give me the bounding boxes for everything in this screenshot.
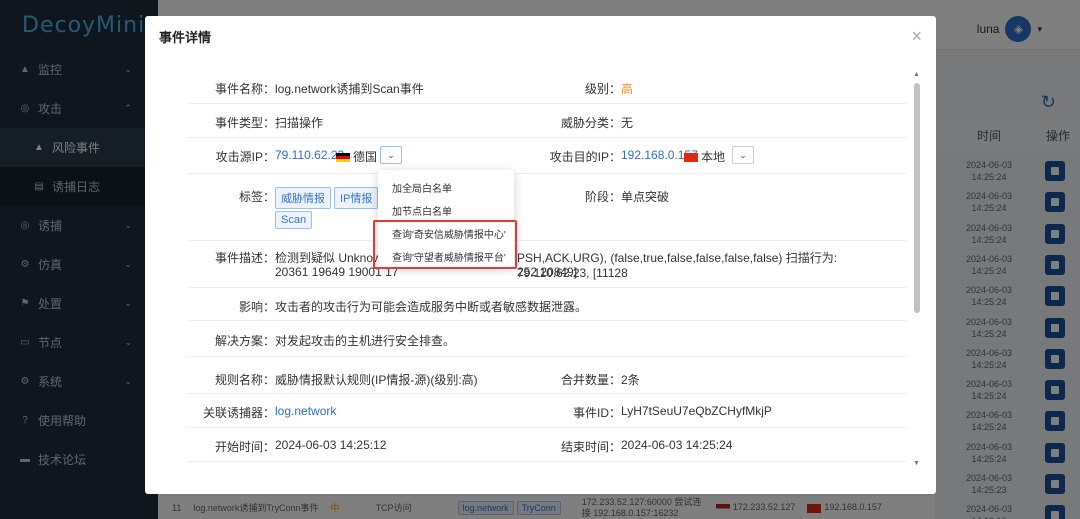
src-ip[interactable]: 79.110.62.23 [275,148,344,162]
rule-label: 规则名称： [214,373,275,387]
event-type: 扫描操作 [275,116,324,130]
detail-row: 影响： 攻击者的攻击行为可能会造成服务中断或者敏感数据泄露。 [187,288,907,321]
menu-item-node-whitelist[interactable]: 加节点白名单 [392,203,452,218]
tag: Scan [275,211,313,229]
desc-label: 事件描述： [214,251,275,265]
tags-row2: Scan [275,211,315,229]
start-label: 开始时间： [214,440,275,454]
impact-label: 影响： [238,300,275,314]
tags-label: 标签： [238,190,275,204]
event-name-label: 事件名称： [214,82,275,96]
dst-loc: 本地 [684,148,725,165]
src-ip-label: 攻击源IP： [215,150,275,164]
detail-row: 标签： 威胁情报 IP情报 Scan 阶段： 单点突破 [187,174,907,241]
dst-ip-dropdown[interactable]: ⌄ [732,146,754,164]
detail-row: 关联诱捕器： log.network 事件ID： LyH7tSeuU7eQbZC… [187,394,907,428]
start-value: 2024-06-03 14:25:12 [275,438,387,452]
detail-row: 规则名称： 威胁情报默认规则(IP情报-源)(级别:高) 合并数量： 2条 [187,357,907,394]
modal-body: 事件名称： log.network诱捕到Scan事件 级别： 高 事件类型： 扫… [187,71,907,475]
flag-icon [684,153,698,163]
threat-value: 无 [621,116,634,130]
solution-value: 对发起攻击的主机进行安全排查。 [275,334,456,348]
solution-label: 解决方案： [214,334,275,348]
modal-scrollbar[interactable]: ▲ ▼ [910,71,924,467]
detail-row: 事件类型： 扫描操作 威胁分类： 无 [187,104,907,138]
merge-value: 2条 [621,373,640,387]
event-type-label: 事件类型： [214,116,275,130]
tag: IP情报 [334,187,379,209]
detail-row: 攻击源IP： 79.110.62.23 德国 ⌄ 攻击目的IP： 192.168… [187,138,907,174]
close-icon[interactable]: × [911,26,922,47]
dst-ip-label: 攻击目的IP： [549,150,621,164]
merge-label: 合并数量： [560,373,621,387]
flag-icon [336,153,350,163]
scroll-thumb[interactable] [914,83,920,313]
stage-value: 单点突破 [621,190,670,204]
scroll-up-icon[interactable]: ▲ [913,71,920,78]
highlight-box [373,220,517,269]
menu-item-global-whitelist[interactable]: 加全局白名单 [392,180,452,195]
scroll-down-icon[interactable]: ▼ [913,460,920,467]
decoy-link[interactable]: log.network [275,404,336,418]
desc-line2b: 252 20849] [517,265,578,279]
threat-label: 威胁分类： [560,116,621,130]
detail-row: 事件名称： log.network诱捕到Scan事件 级别： 高 [187,71,907,104]
detail-row: 事件描述： 检测到疑似 Unknown, TC PSH,ACK,URG), (f… [187,241,907,288]
end-value: 2024-06-03 14:25:24 [621,438,733,452]
src-country: 德国 [336,148,377,165]
rule-value: 威胁情报默认规则(IP情报-源)(级别:高) [275,373,478,387]
modal-title: 事件详情 [159,29,212,45]
stage-label: 阶段： [584,190,621,204]
decoy-label: 关联诱捕器： [202,406,275,420]
dst-loc-text: 本地 [701,150,726,164]
event-detail-modal: 事件详情 × 事件名称： log.network诱捕到Scan事件 级别： 高 … [145,16,936,494]
event-name: log.network诱捕到Scan事件 [275,82,424,96]
detail-row: 开始时间： 2024-06-03 14:25:12 结束时间： 2024-06-… [187,428,907,462]
src-country-text: 德国 [353,150,378,164]
src-ip-dropdown[interactable]: ⌄ [380,146,402,164]
impact-value: 攻击者的攻击行为可能会造成服务中断或者敏感数据泄露。 [275,300,588,314]
level-label: 级别： [584,82,621,96]
eventid-label: 事件ID： [572,406,621,420]
eventid-value: LyH7tSeuU7eQbZCHyfMkjP [621,404,772,418]
level-value: 高 [621,82,634,96]
end-label: 结束时间： [560,440,621,454]
detail-row: 解决方案： 对发起攻击的主机进行安全排查。 [187,321,907,357]
tag: 威胁情报 [275,187,331,209]
tags: 威胁情报 IP情报 [275,187,381,209]
